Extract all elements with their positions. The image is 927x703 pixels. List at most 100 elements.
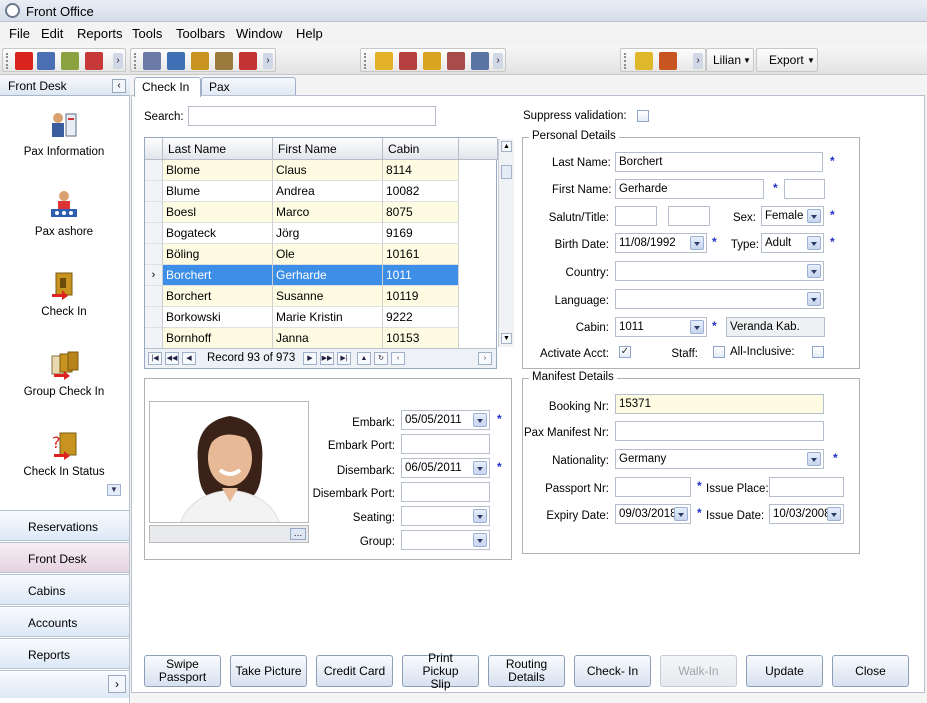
nav-item-check-in[interactable]: Check In (0, 264, 128, 334)
chevron-down-icon[interactable] (827, 507, 841, 521)
calendar-icon[interactable] (471, 52, 489, 70)
take-picture-button[interactable]: Take Picture (230, 655, 307, 687)
cell-cabin[interactable]: 10161 (383, 244, 459, 265)
chevron-down-icon[interactable] (807, 452, 821, 466)
first-name-extra-field[interactable] (784, 179, 825, 199)
table-row[interactable]: Boesl Marco 8075 (145, 202, 459, 223)
toolbar-chevron-icon[interactable]: › (693, 53, 703, 69)
menu-tools[interactable]: Tools (132, 26, 162, 41)
menu-toolbars[interactable]: Toolbars (176, 26, 225, 41)
ashore-tool-icon[interactable] (167, 52, 185, 70)
cell-cabin[interactable]: 9169 (383, 223, 459, 244)
row-selector[interactable] (145, 223, 163, 244)
sex-select[interactable]: Female (761, 206, 824, 226)
cell-first-name[interactable]: Janna (273, 328, 383, 349)
chevron-down-icon[interactable] (807, 292, 821, 306)
row-selector[interactable] (145, 286, 163, 307)
nationality-select[interactable]: Germany (615, 449, 824, 469)
cell-last-name[interactable]: Blome (163, 160, 273, 181)
prev-record-icon[interactable]: ◀ (182, 352, 196, 365)
checklist-icon[interactable] (447, 52, 465, 70)
toolbar-chevron-icon[interactable]: › (263, 53, 273, 69)
check-in-button[interactable]: Check- In (574, 655, 651, 687)
menu-help[interactable]: Help (296, 26, 323, 41)
section-front-desk[interactable]: Front Desk (0, 542, 129, 573)
row-selector[interactable] (145, 181, 163, 202)
paint-icon[interactable] (61, 52, 79, 70)
disembark-port-field[interactable] (401, 482, 490, 502)
user-dropdown[interactable]: Lilian ▼ (706, 48, 754, 72)
chevron-down-icon[interactable] (473, 413, 487, 427)
update-button[interactable]: Update (746, 655, 823, 687)
chevron-down-icon[interactable] (690, 236, 704, 250)
scroll-up-icon[interactable]: ▲ (501, 141, 512, 152)
cell-first-name[interactable]: Jörg (273, 223, 383, 244)
table-row[interactable]: Borkowski Marie Kristin 9222 (145, 307, 459, 328)
refresh-icon[interactable]: ↻ (374, 352, 388, 365)
menu-window[interactable]: Window (236, 26, 282, 41)
chevron-down-icon[interactable] (473, 509, 487, 523)
close-button[interactable]: Close (832, 655, 909, 687)
up-icon[interactable]: ▲ (357, 352, 371, 365)
last-record-icon[interactable]: ▶| (337, 352, 351, 365)
staff-checkbox[interactable] (713, 346, 725, 358)
cell-last-name[interactable]: Borkowski (163, 307, 273, 328)
cell-last-name[interactable]: Borchert (163, 265, 273, 286)
issue-place-field[interactable] (769, 477, 844, 497)
menu-edit[interactable]: Edit (41, 26, 63, 41)
chevron-down-icon[interactable] (807, 209, 821, 223)
title-field[interactable] (668, 206, 710, 226)
chevron-down-icon[interactable] (473, 533, 487, 547)
cell-last-name[interactable]: Bogateck (163, 223, 273, 244)
language-select[interactable] (615, 289, 824, 309)
suppress-validation-checkbox[interactable] (637, 110, 649, 122)
seating-select[interactable] (401, 506, 490, 526)
nav-item-pax-ashore[interactable]: Pax ashore (0, 184, 128, 254)
section-accounts[interactable]: Accounts (0, 606, 129, 637)
credit-card-button[interactable]: Credit Card (316, 655, 393, 687)
help-icon[interactable] (635, 52, 653, 70)
routing-details-button[interactable]: Routing Details (488, 655, 565, 687)
column-header-last-name[interactable]: Last Name (163, 138, 273, 160)
section-reports[interactable]: Reports (0, 638, 129, 669)
cell-cabin[interactable]: 8114 (383, 160, 459, 181)
cell-last-name[interactable]: Blume (163, 181, 273, 202)
salutation-field[interactable] (615, 206, 657, 226)
birth-date-picker[interactable]: 11/08/1992 (615, 233, 707, 253)
scroll-down-icon[interactable]: ▼ (501, 333, 512, 344)
row-selector[interactable] (145, 160, 163, 181)
table-row[interactable]: Bogateck Jörg 9169 (145, 223, 459, 244)
cell-last-name[interactable]: Boesl (163, 202, 273, 223)
hscroll-left-icon[interactable]: ‹ (391, 352, 405, 365)
tab-check-in[interactable]: Check In (134, 77, 201, 97)
cell-cabin[interactable]: 10082 (383, 181, 459, 202)
cell-first-name[interactable]: Claus (273, 160, 383, 181)
section-reservations[interactable]: Reservations (0, 510, 129, 541)
first-name-field[interactable]: Gerharde (615, 179, 764, 199)
activate-account-checkbox[interactable]: ✓ (619, 346, 631, 358)
toolbar-chevron-icon[interactable]: › (113, 53, 123, 69)
all-inclusive-checkbox[interactable] (812, 346, 824, 358)
menu-file[interactable]: File (9, 26, 30, 41)
walk-in-button[interactable]: Walk-In (660, 655, 737, 687)
chevron-down-icon[interactable] (674, 507, 688, 521)
nav-item-group-check-in[interactable]: Group Check In (0, 344, 128, 414)
expiry-date-picker[interactable]: 09/03/2018 (615, 504, 691, 524)
embark-port-field[interactable] (401, 434, 490, 454)
chevron-right-icon[interactable]: › (108, 675, 126, 693)
table-row[interactable]: Bornhoff Janna 10153 (145, 328, 459, 349)
scroll-down-icon[interactable]: ▼ (107, 484, 121, 496)
type-select[interactable]: Adult (761, 233, 824, 253)
table-row[interactable]: › Borchert Gerharde 1011 (145, 265, 459, 286)
table-row[interactable]: Blume Andrea 10082 (145, 181, 459, 202)
cell-last-name[interactable]: Borchert (163, 286, 273, 307)
issue-date-picker[interactable]: 10/03/2008 (769, 504, 844, 524)
print-pickup-slip-button[interactable]: Print Pickup Slip (402, 651, 479, 690)
report-icon[interactable] (399, 52, 417, 70)
prev-page-icon[interactable]: ◀◀ (165, 352, 179, 365)
row-selector[interactable]: › (145, 265, 163, 286)
note-icon[interactable] (423, 52, 441, 70)
row-selector[interactable] (145, 307, 163, 328)
chevron-down-icon[interactable] (807, 236, 821, 250)
pax-info-tool-icon[interactable] (143, 52, 161, 70)
